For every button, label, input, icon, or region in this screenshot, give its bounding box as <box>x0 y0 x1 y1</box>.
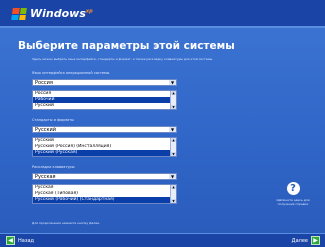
chevron-down-icon[interactable]: ▼ <box>169 127 176 132</box>
list-scrollbar[interactable]: ▲ ▼ <box>170 138 176 156</box>
scroll-down-icon[interactable]: ▼ <box>171 105 176 109</box>
language-list[interactable]: Россия Рабочий Русский ▲ ▼ <box>32 90 177 110</box>
windows-logo: Windowsxp <box>11 7 93 20</box>
footer-bar: ◀ Назад Далее ▶ <box>0 233 325 247</box>
chevron-down-icon[interactable]: ▼ <box>169 80 176 85</box>
scroll-up-icon[interactable]: ▲ <box>171 185 176 189</box>
formats-dropdown[interactable]: Русский ▼ <box>32 126 177 133</box>
page-title: Выберите параметры этой системы <box>18 40 235 52</box>
scroll-down-icon[interactable]: ▼ <box>171 152 176 156</box>
question-icon[interactable]: ? <box>286 182 300 195</box>
formats-list[interactable]: Русский Русский (Россия) (Инсталляция) Р… <box>32 137 177 157</box>
list-item[interactable]: Русский <box>33 103 176 109</box>
windows-flag-icon <box>11 7 27 20</box>
keyboard-dropdown-value: Русская <box>35 174 56 180</box>
list-item[interactable]: Русский (Русская) <box>33 150 176 156</box>
language-section: Язык интерфейса операционной системы Рос… <box>32 71 177 110</box>
help-text[interactable]: Щёлкните здесь для получения справки <box>276 198 310 206</box>
page-description: Здесь можно выбрать язык интерфейса, ста… <box>32 58 214 61</box>
language-dropdown-value: Россия <box>35 80 53 86</box>
formats-dropdown-value: Русский <box>35 127 56 133</box>
next-label[interactable]: Далее <box>292 238 308 244</box>
arrow-right-icon[interactable]: ▶ <box>311 236 320 245</box>
help-link[interactable]: ? Щёлкните здесь для получения справки <box>276 182 310 206</box>
arrow-left-icon[interactable]: ◀ <box>6 236 15 245</box>
setup-panel: Выберите параметры этой системы Здесь мо… <box>0 28 325 233</box>
scroll-up-icon[interactable]: ▲ <box>171 91 176 95</box>
formats-section: Стандарты и форматы Русский ▼ Русский Ру… <box>32 118 177 157</box>
language-label: Язык интерфейса операционной системы <box>32 71 110 75</box>
chevron-down-icon[interactable]: ▼ <box>169 174 176 179</box>
language-dropdown[interactable]: Россия ▼ <box>32 79 177 86</box>
list-scrollbar[interactable]: ▲ ▼ <box>170 91 176 109</box>
scroll-up-icon[interactable]: ▲ <box>171 138 176 142</box>
list-item[interactable]: Русский (Рабочий) (Стандартная) <box>33 197 176 203</box>
back-label[interactable]: Назад <box>18 238 34 244</box>
bottom-note: Для продолжения нажмите кнопку Далее. <box>32 221 100 225</box>
keyboard-dropdown[interactable]: Русская ▼ <box>32 173 177 180</box>
keyboard-section: Раскладка клавиатуры Русская ▼ Русская Р… <box>32 165 177 204</box>
back-button[interactable]: ◀ Назад <box>6 236 34 245</box>
scroll-down-icon[interactable]: ▼ <box>171 199 176 203</box>
keyboard-list[interactable]: Русская Русская (Типовая) Русский (Рабоч… <box>32 184 177 204</box>
header-bar: Windowsxp <box>0 0 325 26</box>
list-scrollbar[interactable]: ▲ ▼ <box>170 185 176 203</box>
brand-name: Windowsxp <box>30 7 93 20</box>
formats-label: Стандарты и форматы <box>32 118 74 122</box>
next-button[interactable]: Далее ▶ <box>292 236 320 245</box>
keyboard-label: Раскладка клавиатуры <box>32 165 75 169</box>
